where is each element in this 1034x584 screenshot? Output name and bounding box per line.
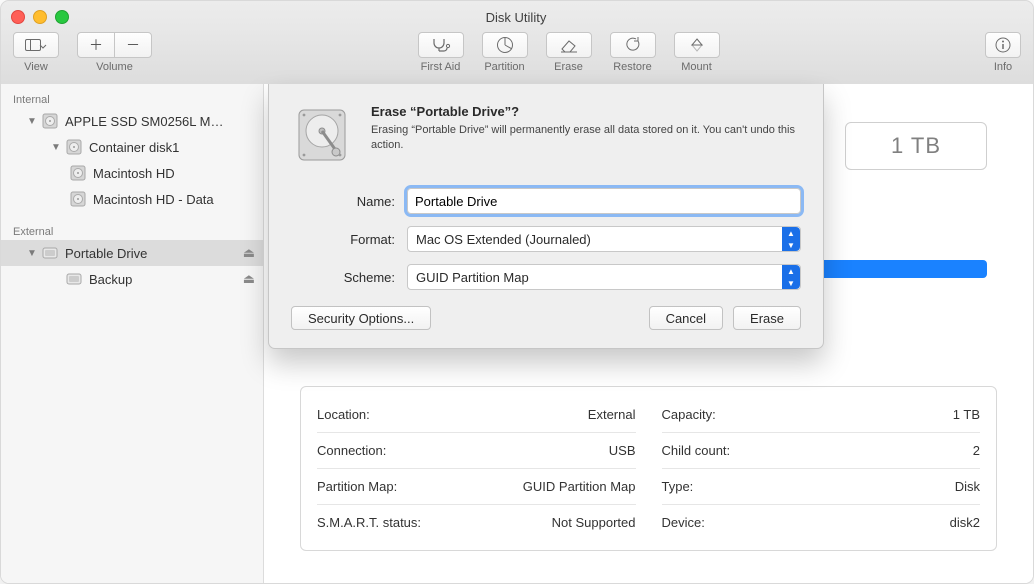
toolbar: View ＋ － Volume First Aid Partition: [1, 28, 1033, 89]
restore-button[interactable]: [610, 32, 656, 58]
info-panel: Location: External Connection: USB Partiti…: [300, 386, 997, 551]
format-popup[interactable]: Mac OS Extended (Journaled) ▲▼: [407, 226, 801, 252]
disk-utility-window: Disk Utility View ＋ － Volume First Aid: [0, 0, 1034, 584]
info-key: Partition Map:: [317, 479, 397, 494]
info-button[interactable]: [985, 32, 1021, 58]
info-key: Child count:: [662, 443, 731, 458]
restore-icon: [624, 37, 642, 53]
disclosure-triangle-icon[interactable]: ▼: [27, 116, 37, 127]
partition-label: Partition: [484, 61, 524, 73]
volume-remove-button[interactable]: －: [114, 32, 152, 58]
popup-stepper-icon: ▲▼: [782, 227, 800, 251]
info-col-right: Capacity: 1 TB Child count: 2 Type: Disk De…: [662, 397, 981, 540]
sidebar-item-volume[interactable]: Macintosh HD - Data: [1, 186, 263, 212]
cancel-button[interactable]: Cancel: [649, 306, 723, 330]
sidebar-item-volume[interactable]: Macintosh HD: [1, 160, 263, 186]
pie-icon: [496, 36, 514, 54]
dialog-title: Erase “Portable Drive”?: [371, 104, 801, 119]
view-button[interactable]: [13, 32, 59, 58]
info-value: USB: [609, 443, 636, 458]
sidebar-section-internal: Internal: [1, 88, 263, 108]
info-key: S.M.A.R.T. status:: [317, 515, 421, 530]
eraser-icon: [559, 37, 579, 53]
sidebar-section-external: External: [1, 220, 263, 240]
external-hdd-icon: [65, 270, 83, 288]
sidebar-item-label: Backup: [89, 272, 132, 287]
plus-icon: ＋: [89, 35, 103, 55]
hard-drive-icon: [291, 104, 353, 166]
format-value: Mac OS Extended (Journaled): [416, 232, 591, 247]
titlebar: Disk Utility: [1, 1, 1033, 28]
sidebar-item-label: Container disk1: [89, 140, 179, 155]
minus-icon: －: [126, 35, 140, 55]
scheme-label: Scheme:: [291, 270, 395, 285]
info-key: Device:: [662, 515, 705, 530]
erase-label: Erase: [554, 61, 583, 73]
hdd-icon: [65, 138, 83, 156]
info-value: Disk: [955, 479, 980, 494]
name-input[interactable]: [407, 188, 801, 214]
info-key: Location:: [317, 407, 370, 422]
external-hdd-icon: [41, 244, 59, 262]
info-value: disk2: [950, 515, 980, 530]
erase-button[interactable]: [546, 32, 592, 58]
hdd-icon: [41, 112, 59, 130]
disclosure-triangle-icon[interactable]: ▼: [51, 142, 61, 153]
info-key: Connection:: [317, 443, 386, 458]
mount-label: Mount: [681, 61, 712, 73]
volume-label: Volume: [96, 61, 133, 73]
info-key: Capacity:: [662, 407, 716, 422]
sidebar: Internal ▼ APPLE SSD SM0256L M… ▼ Contai…: [1, 84, 264, 583]
mount-button[interactable]: [674, 32, 720, 58]
sidebar-item-internal-disk[interactable]: ▼ APPLE SSD SM0256L M…: [1, 108, 263, 134]
info-value: GUID Partition Map: [523, 479, 636, 494]
info-value: 2: [973, 443, 980, 458]
name-label: Name:: [291, 194, 395, 209]
dialog-message: Erasing “Portable Drive” will permanentl…: [371, 123, 801, 153]
sidebar-item-label: Macintosh HD: [93, 166, 175, 181]
info-key: Type:: [662, 479, 694, 494]
scheme-popup[interactable]: GUID Partition Map ▲▼: [407, 264, 801, 290]
hdd-icon: [69, 164, 87, 182]
sidebar-item-label: Portable Drive: [65, 246, 147, 261]
scheme-value: GUID Partition Map: [416, 270, 529, 285]
format-label: Format:: [291, 232, 395, 247]
sidebar-item-label: APPLE SSD SM0256L M…: [65, 114, 223, 129]
sidebar-item-label: Macintosh HD - Data: [93, 192, 214, 207]
sidebar-item-external-disk[interactable]: ▼ Portable Drive ⏏: [1, 240, 263, 266]
erase-confirm-button[interactable]: Erase: [733, 306, 801, 330]
eject-icon[interactable]: ⏏: [243, 245, 255, 261]
info-value: 1 TB: [953, 407, 980, 422]
capacity-badge: 1 TB: [845, 122, 987, 170]
disclosure-triangle-icon[interactable]: ▼: [27, 248, 37, 259]
view-label: View: [24, 61, 48, 73]
info-icon: [995, 37, 1011, 53]
stethoscope-icon: [430, 37, 452, 53]
sidebar-item-volume[interactable]: ▼ Backup ⏏: [1, 266, 263, 292]
first-aid-label: First Aid: [421, 61, 461, 73]
mount-icon: [689, 37, 705, 53]
erase-dialog: Erase “Portable Drive”? Erasing “Portabl…: [268, 84, 824, 349]
restore-label: Restore: [613, 61, 652, 73]
sidebar-icon: [25, 39, 47, 51]
info-col-left: Location: External Connection: USB Partiti…: [317, 397, 636, 540]
partition-button[interactable]: [482, 32, 528, 58]
sidebar-item-container[interactable]: ▼ Container disk1: [1, 134, 263, 160]
eject-icon[interactable]: ⏏: [243, 271, 255, 287]
first-aid-button[interactable]: [418, 32, 464, 58]
popup-stepper-icon: ▲▼: [782, 265, 800, 289]
info-value: Not Supported: [552, 515, 636, 530]
hdd-icon: [69, 190, 87, 208]
volume-add-button[interactable]: ＋: [77, 32, 115, 58]
window-title: Disk Utility: [9, 10, 1023, 25]
info-value: External: [588, 407, 636, 422]
info-label: Info: [994, 61, 1012, 73]
dialog-form: Name: Format: Mac OS Extended (Journaled…: [291, 188, 801, 290]
security-options-button[interactable]: Security Options...: [291, 306, 431, 330]
